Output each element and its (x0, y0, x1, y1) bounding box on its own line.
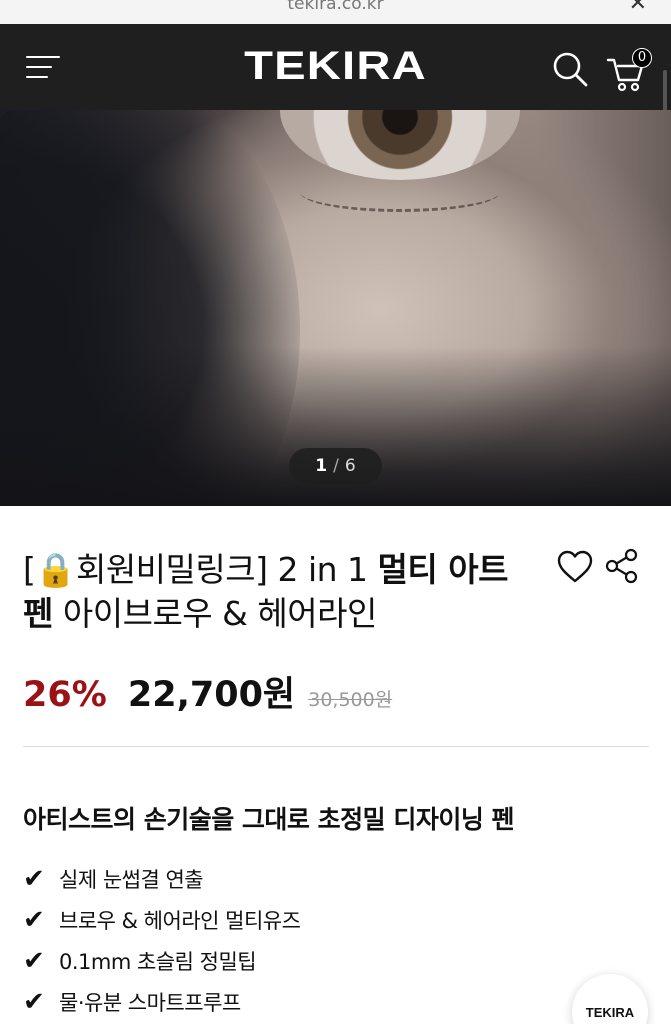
lash-detail (300, 172, 500, 212)
browser-url-bar: tekira.co.kr ✕ (0, 0, 671, 24)
eye-photo (280, 110, 520, 180)
share-icon[interactable] (604, 548, 640, 584)
original-price: 30,500원 (308, 689, 393, 711)
title-suffix: 아이브로우 & 헤어라인 (52, 594, 377, 633)
floating-button-label: TEKIRA (585, 1005, 635, 1020)
check-icon: ✔ (23, 904, 45, 935)
list-item: ✔ 브로우 & 헤어라인 멀티유즈 (23, 899, 301, 940)
divider (23, 746, 649, 747)
feature-text: 0.1mm 초슬림 정밀팁 (59, 949, 257, 974)
feature-list: ✔ 실제 눈썹결 연출 ✔ 브로우 & 헤어라인 멀티유즈 ✔ 0.1mm 초슬림 정… (23, 858, 301, 1022)
price-row: 26% 22,700원 30,500원 (23, 666, 393, 715)
feature-text: 실제 눈썹결 연출 (59, 867, 204, 892)
cart-button[interactable]: 0 (606, 48, 652, 92)
list-item: ✔ 0.1mm 초슬림 정밀팁 (23, 940, 300, 981)
description-headline: 아티스트의 손기술을 그대로 초정밀 디자이닝 펜 (23, 805, 515, 834)
feature-text: 브로우 & 헤어라인 멀티유즈 (59, 908, 301, 933)
product-image-gallery[interactable]: 1/6 (0, 110, 671, 506)
check-icon: ✔ (23, 986, 45, 1017)
list-item: ✔ 물·유분 스마트프루프 (23, 981, 300, 1022)
product-title: [🔒회원비밀링크] 2 in 1 멀티 아트 펜 아이브로우 & 헤어라인 (23, 548, 543, 636)
cart-count-badge: 0 (632, 48, 652, 68)
search-icon[interactable] (551, 50, 589, 88)
check-icon: ✔ (23, 945, 45, 976)
check-icon: ✔ (23, 863, 45, 894)
list-item: ✔ 실제 눈썹결 연출 (23, 858, 300, 899)
sale-price: 22,700원 (127, 675, 296, 715)
title-prefix: [🔒회원비밀링크] 2 in 1 (23, 550, 378, 589)
heart-icon[interactable] (556, 550, 594, 584)
floating-brand-button[interactable]: TEKIRA (572, 974, 648, 1024)
site-header: TEKIRA 0 (0, 24, 671, 122)
gallery-pager[interactable]: 1/6 (289, 448, 382, 484)
pager-separator: / (333, 456, 339, 476)
pager-total: 6 (344, 456, 356, 476)
close-icon[interactable]: ✕ (629, 0, 647, 15)
discount-rate: 26% (23, 675, 107, 715)
url-text[interactable]: tekira.co.kr (0, 0, 671, 14)
pager-current: 1 (315, 456, 328, 476)
feature-text: 물·유분 스마트프루프 (59, 990, 241, 1015)
